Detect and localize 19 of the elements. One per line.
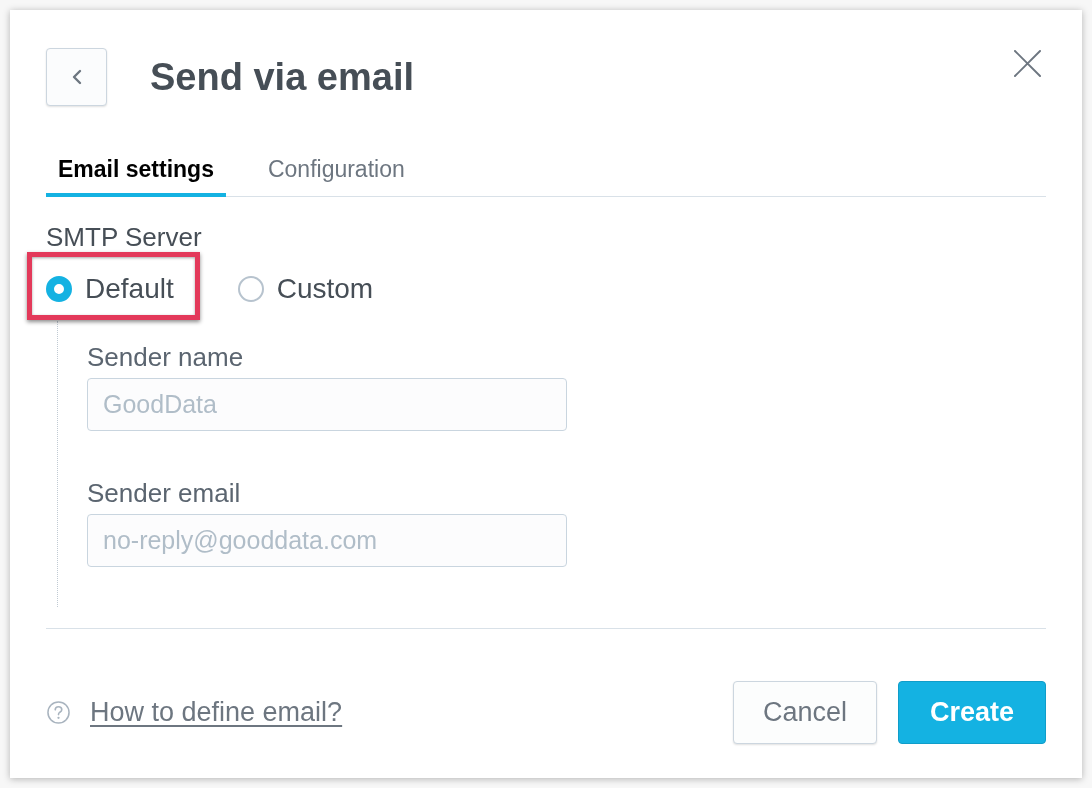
cancel-button[interactable]: Cancel (733, 681, 877, 744)
radio-option[interactable]: Default (46, 274, 174, 304)
tab[interactable]: Configuration (255, 144, 417, 197)
help-icon (47, 701, 70, 724)
radio-icon[interactable] (237, 276, 264, 302)
field-label: Sender name (87, 343, 244, 371)
help-link[interactable]: How to define email? (90, 697, 343, 728)
radio-icon[interactable] (46, 276, 72, 302)
back-button[interactable] (46, 48, 107, 106)
chevron-left-icon (71, 69, 82, 85)
input-field[interactable]: GoodData (87, 378, 567, 431)
close-icon[interactable] (1014, 50, 1041, 77)
field-label: Sender email (87, 479, 241, 507)
create-button[interactable]: Create (898, 681, 1046, 744)
tab[interactable]: Email settings (46, 144, 226, 197)
radio-option[interactable]: Custom (237, 274, 374, 304)
section-label: SMTP Server (46, 222, 202, 252)
dialog-title: Send via email (150, 55, 414, 100)
input-field[interactable]: no-reply@gooddata.com (87, 514, 567, 567)
